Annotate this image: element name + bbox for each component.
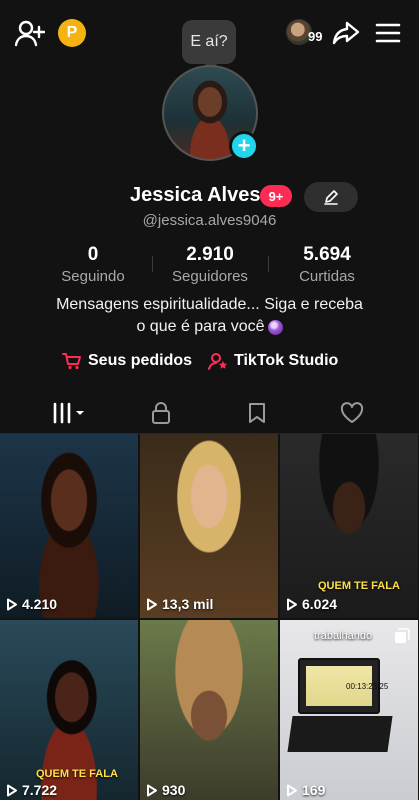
video-caption: QUEM TE FALA xyxy=(36,768,118,780)
view-count: 7.722 xyxy=(6,782,57,798)
stat-value: 0 xyxy=(87,244,99,265)
bio-line-1: Mensagens espiritualidade... Siga e rece… xyxy=(56,296,363,313)
view-count: 6.024 xyxy=(286,596,337,612)
stat-likes[interactable]: 5.694 Curtidas xyxy=(272,244,382,285)
screen-timer: 00:13:23,25 xyxy=(346,682,389,691)
cart-icon xyxy=(62,353,81,370)
play-icon xyxy=(287,784,297,796)
video-tile[interactable]: 930 xyxy=(140,620,278,800)
add-story-icon[interactable]: + xyxy=(229,131,259,161)
name-row: Jessica Alves 9+ xyxy=(0,182,419,212)
profile-links: Seus pedidos TikTok Studio xyxy=(0,352,419,376)
profile-name: Jessica Alves xyxy=(130,184,261,206)
video-caption: trabalhando xyxy=(314,630,373,642)
view-count-text: 13,3 mil xyxy=(162,596,214,612)
view-count-text: 6.024 xyxy=(302,596,338,612)
play-icon xyxy=(7,598,17,610)
video-grid: 4.210 13,3 mil QUEM TE FALA 6.024 QUEM T… xyxy=(0,434,419,800)
tab-videos[interactable] xyxy=(17,398,121,436)
video-caption: QUEM TE FALA xyxy=(318,580,400,592)
video-tile[interactable]: trabalhando 00:13:23,25 169 xyxy=(280,620,418,800)
view-count-text: 169 xyxy=(302,782,326,798)
view-count-text: 930 xyxy=(162,782,186,798)
pencil-icon xyxy=(324,190,338,205)
view-count-text: 4.210 xyxy=(22,596,58,612)
stat-following[interactable]: 0 Seguindo xyxy=(38,244,148,285)
grid-icon xyxy=(53,402,84,424)
stat-divider xyxy=(152,256,153,272)
points-icon[interactable]: P xyxy=(58,19,86,47)
content-tabs xyxy=(0,392,419,436)
view-count: 4.210 xyxy=(6,596,57,612)
bio-line-2: o que é para você xyxy=(136,318,265,335)
stat-label: Curtidas xyxy=(299,268,355,285)
friends-count: 99 xyxy=(308,29,323,44)
play-icon xyxy=(147,598,157,610)
video-tile[interactable]: 4.210 xyxy=(0,434,138,618)
share-icon[interactable] xyxy=(331,18,361,48)
notification-badge[interactable]: 9+ xyxy=(260,185,292,207)
stat-followers[interactable]: 2.910 Seguidores xyxy=(155,244,265,285)
orders-label: Seus pedidos xyxy=(88,352,193,369)
play-icon xyxy=(147,784,157,796)
profile-handle: @jessica.alves9046 xyxy=(142,212,277,229)
stats-row: 0 Seguindo 2.910 Seguidores 5.694 Curtid… xyxy=(0,244,419,285)
view-count: 13,3 mil xyxy=(146,596,213,612)
video-tile[interactable]: QUEM TE FALA 7.722 xyxy=(0,620,138,800)
view-count: 169 xyxy=(286,782,325,798)
stat-value: 5.694 xyxy=(303,244,351,265)
heart-icon xyxy=(340,402,364,423)
stat-value: 2.910 xyxy=(186,244,234,265)
bio-line-2-row: o que é para você xyxy=(136,316,283,338)
tab-private[interactable] xyxy=(109,398,213,428)
stat-label: Seguidores xyxy=(172,268,248,285)
video-tile[interactable]: QUEM TE FALA 6.024 xyxy=(280,434,418,618)
studio-label: TikTok Studio xyxy=(234,352,339,369)
tab-liked[interactable] xyxy=(300,398,404,428)
bubble-text: E aí? xyxy=(190,33,228,50)
edit-profile-button[interactable] xyxy=(304,182,358,212)
status-bubble[interactable]: E aí? xyxy=(182,20,236,71)
stat-divider xyxy=(268,256,269,272)
bookmark-icon xyxy=(249,403,265,423)
studio-link[interactable]: TikTok Studio xyxy=(208,352,338,370)
profile-bio: Mensagens espiritualidade... Siga e rece… xyxy=(0,294,419,338)
view-count-text: 7.722 xyxy=(22,782,58,798)
studio-icon xyxy=(208,353,227,370)
add-friend-icon[interactable] xyxy=(14,18,46,48)
friends-button[interactable]: 99 xyxy=(286,17,328,49)
orders-link[interactable]: Seus pedidos xyxy=(62,352,192,370)
crystal-ball-icon xyxy=(267,319,283,335)
video-tile[interactable]: 13,3 mil xyxy=(140,434,278,618)
multi-photo-icon xyxy=(395,628,410,643)
tab-saved[interactable] xyxy=(205,398,309,428)
points-label: P xyxy=(66,24,78,41)
laptop-keyboard xyxy=(287,716,393,752)
menu-icon[interactable] xyxy=(374,20,402,46)
view-count: 930 xyxy=(146,782,185,798)
play-icon xyxy=(287,598,297,610)
lock-icon xyxy=(152,402,170,424)
stat-label: Seguindo xyxy=(61,268,125,285)
play-icon xyxy=(7,784,17,796)
